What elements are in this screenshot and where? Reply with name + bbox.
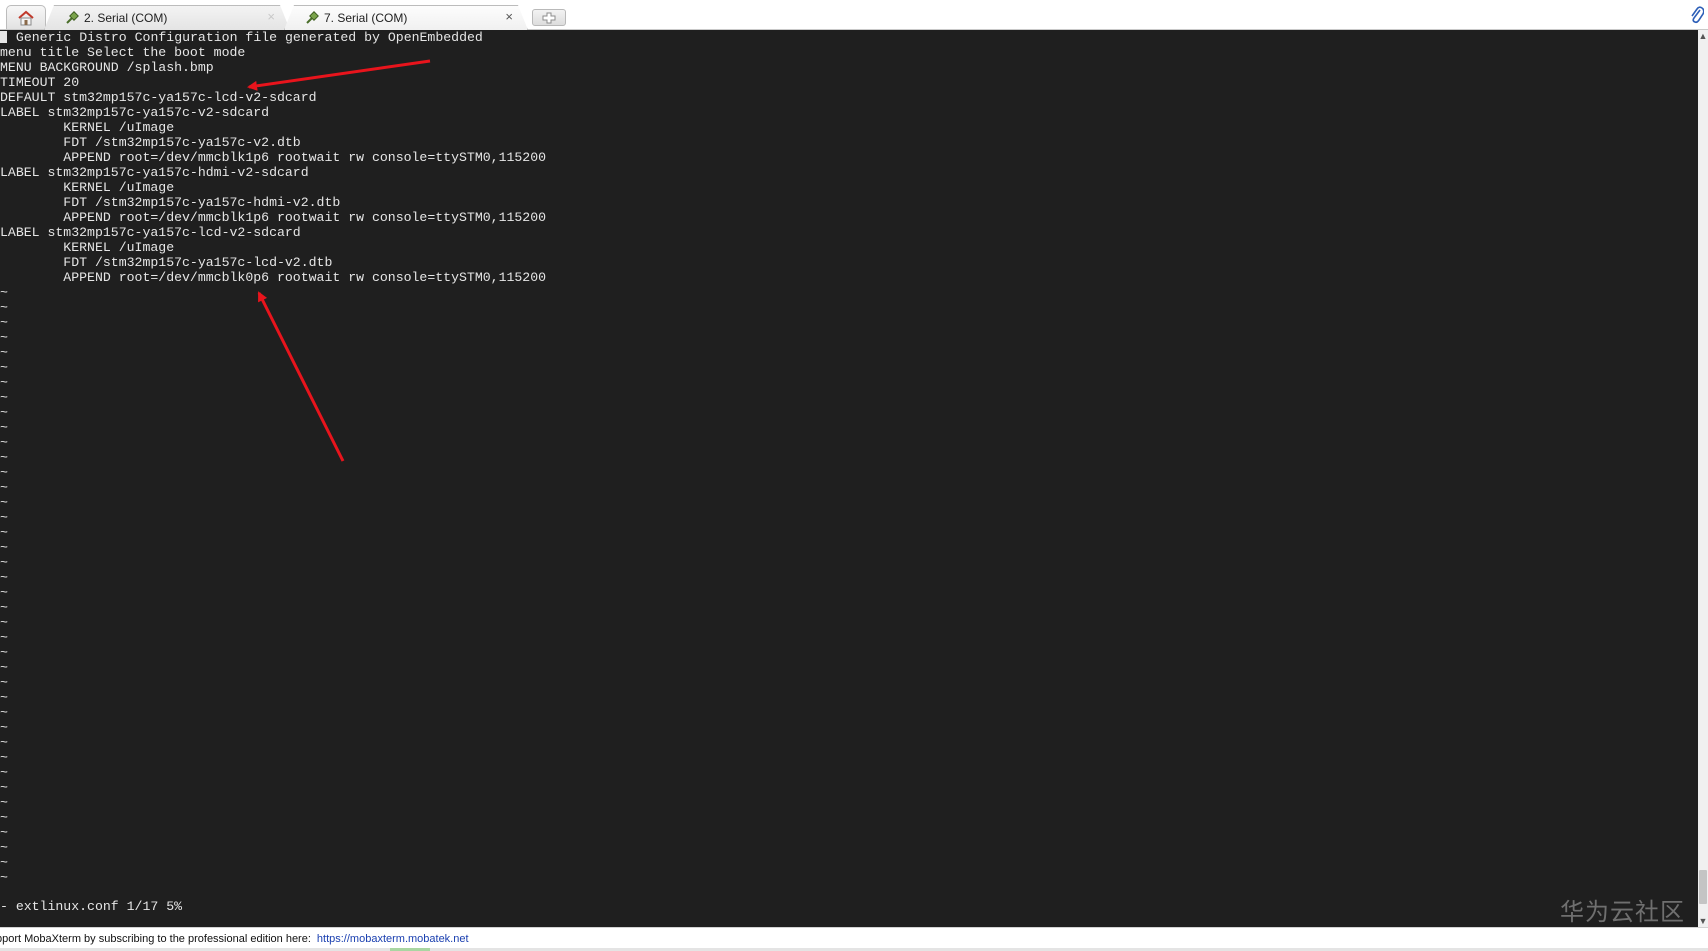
new-tab-button[interactable] [532, 9, 566, 26]
vim-empty-line-tilde: ~ [0, 675, 8, 690]
vim-empty-line-tilde: ~ [0, 600, 8, 615]
terminal-line: KERNEL /uImage [0, 240, 175, 255]
vim-empty-line-tilde: ~ [0, 390, 8, 405]
watermark: 华为云社区 [1560, 898, 1685, 926]
terminal-line: TIMEOUT 20 [0, 75, 80, 90]
vim-empty-line-tilde: ~ [0, 780, 8, 795]
vim-empty-line-tilde: ~ [0, 810, 8, 825]
terminal-line: APPEND root=/dev/mmcblk1p6 rootwait rw c… [0, 210, 547, 225]
terminal-line: LABEL stm32mp157c-ya157c-lcd-v2-sdcard [0, 225, 301, 240]
scroll-down-icon[interactable]: ▼ [1698, 915, 1708, 927]
vim-empty-line-tilde: ~ [0, 285, 8, 300]
vim-empty-line-tilde: ~ [0, 420, 8, 435]
terminal-line: menu title Select the boot mode [0, 45, 246, 60]
terminal-scrollbar[interactable]: ▲ ▼ [1698, 30, 1708, 927]
paperclip-icon[interactable] [1690, 6, 1704, 24]
vim-empty-line-tilde: ~ [0, 540, 8, 555]
vim-empty-line-tilde: ~ [0, 315, 8, 330]
vim-empty-line-tilde: ~ [0, 660, 8, 675]
vim-empty-line-tilde: ~ [0, 465, 8, 480]
terminal-line: MENU BACKGROUND /splash.bmp [0, 60, 214, 75]
vim-empty-line-tilde: ~ [0, 870, 8, 885]
home-icon [18, 10, 34, 25]
vim-empty-line-tilde: ~ [0, 435, 8, 450]
scroll-up-icon[interactable]: ▲ [1698, 30, 1708, 42]
vim-empty-line-tilde: ~ [0, 705, 8, 720]
vim-empty-line-tilde: ~ [0, 750, 8, 765]
terminal-line: APPEND root=/dev/mmcblk0p6 rootwait rw c… [0, 270, 547, 285]
plus-icon [542, 12, 556, 23]
vim-empty-line-tilde: ~ [0, 795, 8, 810]
tab-serial-7[interactable]: 7. Serial (COM) × [284, 5, 528, 30]
vim-empty-line-tilde: ~ [0, 720, 8, 735]
vim-empty-line-tilde: ~ [0, 360, 8, 375]
terminal-line: APPEND root=/dev/mmcblk1p6 rootwait rw c… [0, 150, 547, 165]
mobaxterm-link[interactable]: https://mobaxterm.mobatek.net [317, 933, 469, 945]
vim-empty-line-tilde: ~ [0, 690, 8, 705]
close-icon[interactable]: × [505, 10, 513, 24]
terminal-line: FDT /stm32mp157c-ya157c-hdmi-v2.dtb [0, 195, 341, 210]
vim-empty-line-tilde: ~ [0, 645, 8, 660]
tab-label: 7. Serial (COM) [324, 11, 408, 25]
terminal-line: Generic Distro Configuration file genera… [0, 30, 546, 45]
tab-label: 2. Serial (COM) [84, 11, 168, 25]
vim-empty-line-tilde: ~ [0, 405, 8, 420]
vim-empty-line-tilde: ~ [0, 375, 8, 390]
home-tab[interactable] [6, 5, 46, 29]
vim-empty-line-tilde: ~ [0, 765, 8, 780]
vim-empty-line-tilde: ~ [0, 840, 8, 855]
tab-serial-2[interactable]: 2. Serial (COM) × [44, 5, 290, 30]
vim-empty-line-tilde: ~ [0, 570, 8, 585]
tab-bar: 2. Serial (COM) × 7. Serial (COM) × [0, 0, 1708, 30]
vim-empty-line-tilde: ~ [0, 630, 8, 645]
vim-empty-line-tilde: ~ [0, 735, 8, 750]
serial-plug-icon [65, 11, 79, 25]
vim-empty-line-tilde: ~ [0, 555, 8, 570]
vim-empty-line-tilde: ~ [0, 495, 8, 510]
vim-empty-line-tilde: ~ [0, 615, 8, 630]
close-icon[interactable]: × [267, 10, 275, 24]
terminal-line: KERNEL /uImage [0, 180, 175, 195]
footer-bar: pport MobaXterm by subscribing to the pr… [0, 927, 1708, 951]
terminal-line: FDT /stm32mp157c-ya157c-v2.dtb [0, 135, 301, 150]
vim-empty-line-tilde: ~ [0, 450, 8, 465]
vim-empty-line-tilde: ~ [0, 510, 8, 525]
vim-empty-line-tilde: ~ [0, 345, 8, 360]
terminal-line: LABEL stm32mp157c-ya157c-v2-sdcard [0, 105, 270, 120]
vim-empty-line-tilde: ~ [0, 825, 8, 840]
vim-empty-line-tilde: ~ [0, 525, 8, 540]
vim-empty-line-tilde: ~ [0, 585, 8, 600]
vim-status-line: - extlinux.conf 1/17 5% [0, 899, 183, 914]
terminal-text: Generic Distro Configuration file genera… [0, 30, 546, 885]
terminal-line: KERNEL /uImage [0, 120, 175, 135]
vim-empty-line-tilde: ~ [0, 855, 8, 870]
terminal-line: DEFAULT stm32mp157c-ya157c-lcd-v2-sdcard [0, 90, 317, 105]
vim-empty-line-tilde: ~ [0, 300, 8, 315]
footer-message: pport MobaXterm by subscribing to the pr… [0, 933, 311, 945]
terminal-line: LABEL stm32mp157c-ya157c-hdmi-v2-sdcard [0, 165, 309, 180]
terminal-line: FDT /stm32mp157c-ya157c-lcd-v2.dtb [0, 255, 333, 270]
scroll-thumb[interactable] [1699, 870, 1707, 904]
vim-empty-line-tilde: ~ [0, 330, 8, 345]
vim-empty-line-tilde: ~ [0, 480, 8, 495]
serial-plug-icon [305, 11, 319, 25]
terminal-screen[interactable]: Generic Distro Configuration file genera… [0, 30, 1698, 927]
